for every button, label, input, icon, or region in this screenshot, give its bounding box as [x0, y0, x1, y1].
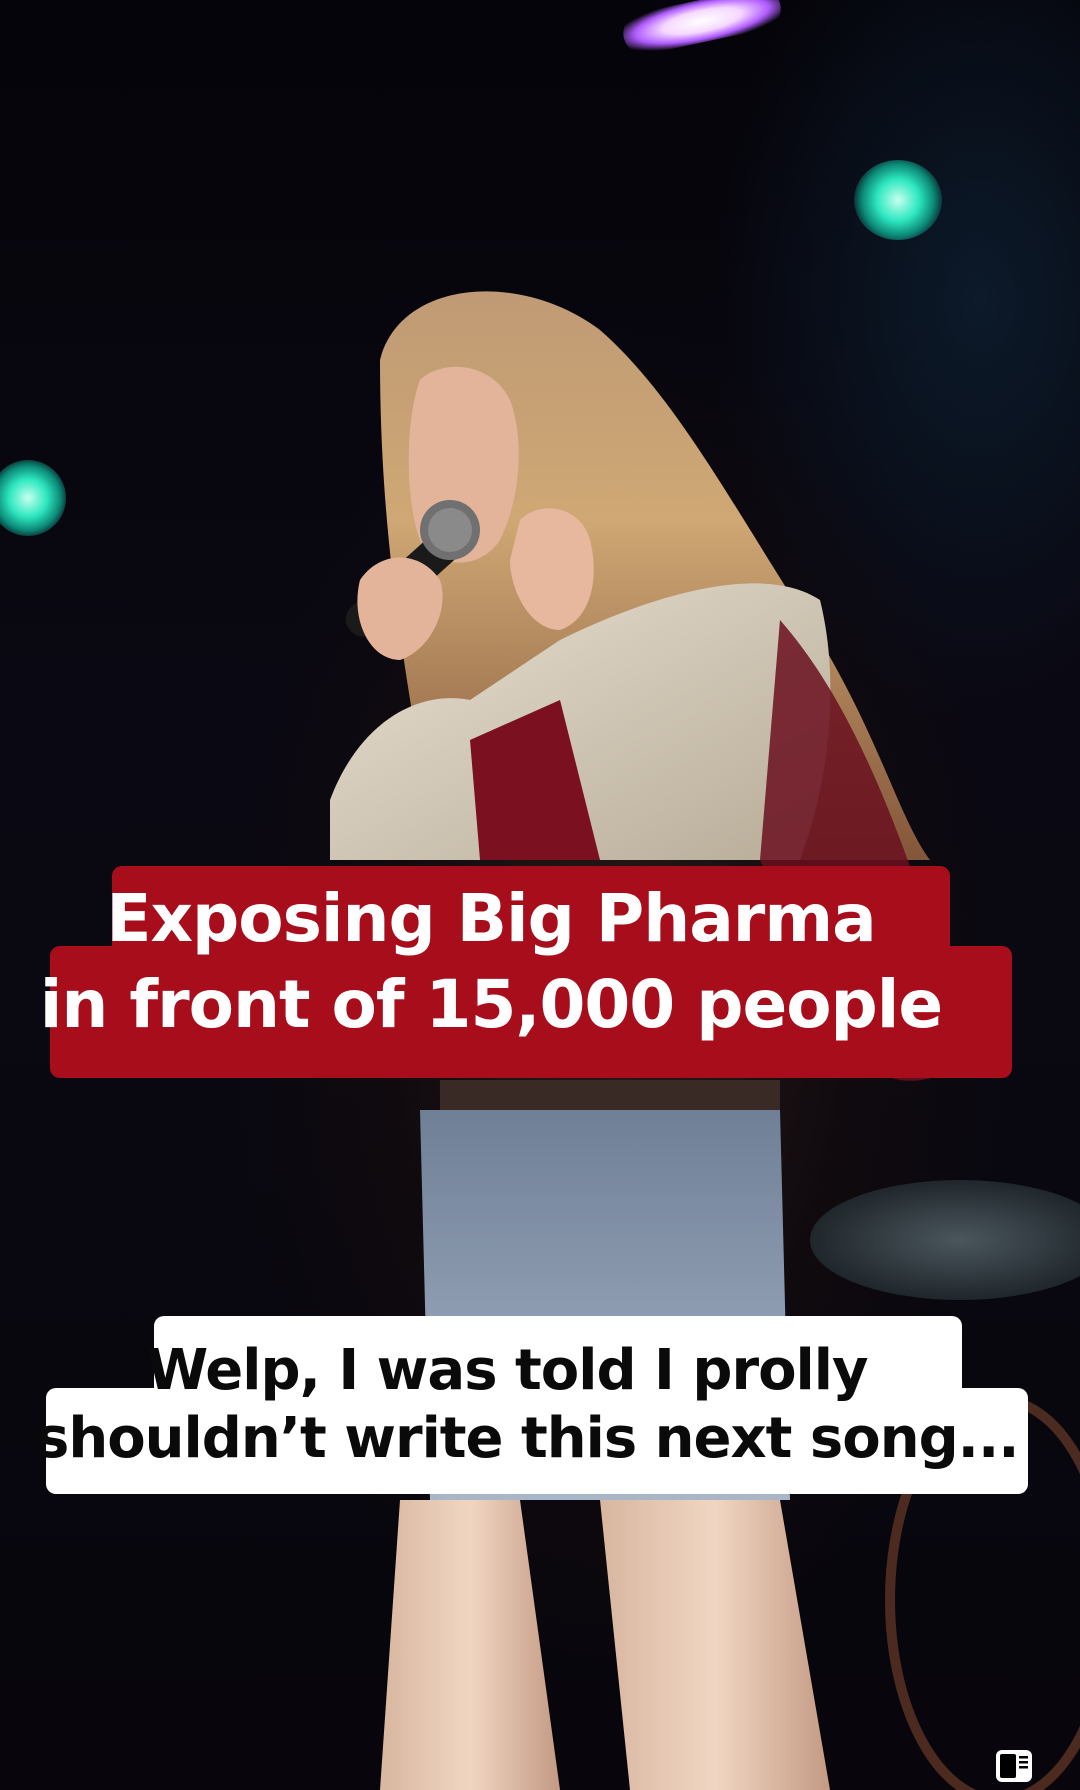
subtitle-caption-line-1: Welp, I was told I prolly: [146, 1338, 869, 1403]
video-frame[interactable]: Exposing Big Pharma in front of 15,000 p…: [0, 0, 1080, 1790]
title-caption-line-1: Exposing Big Pharma: [106, 880, 876, 957]
subtitle-caption: Welp, I was told I prolly shouldn’t writ…: [36, 1316, 1028, 1494]
title-caption: Exposing Big Pharma in front of 15,000 p…: [40, 866, 1012, 1078]
title-caption-line-2: in front of 15,000 people: [39, 966, 943, 1043]
picture-in-picture-button[interactable]: [994, 1746, 1034, 1786]
subtitle-caption-line-2: shouldn’t write this next song...: [36, 1406, 1020, 1471]
picture-in-picture-icon: [996, 1750, 1032, 1782]
